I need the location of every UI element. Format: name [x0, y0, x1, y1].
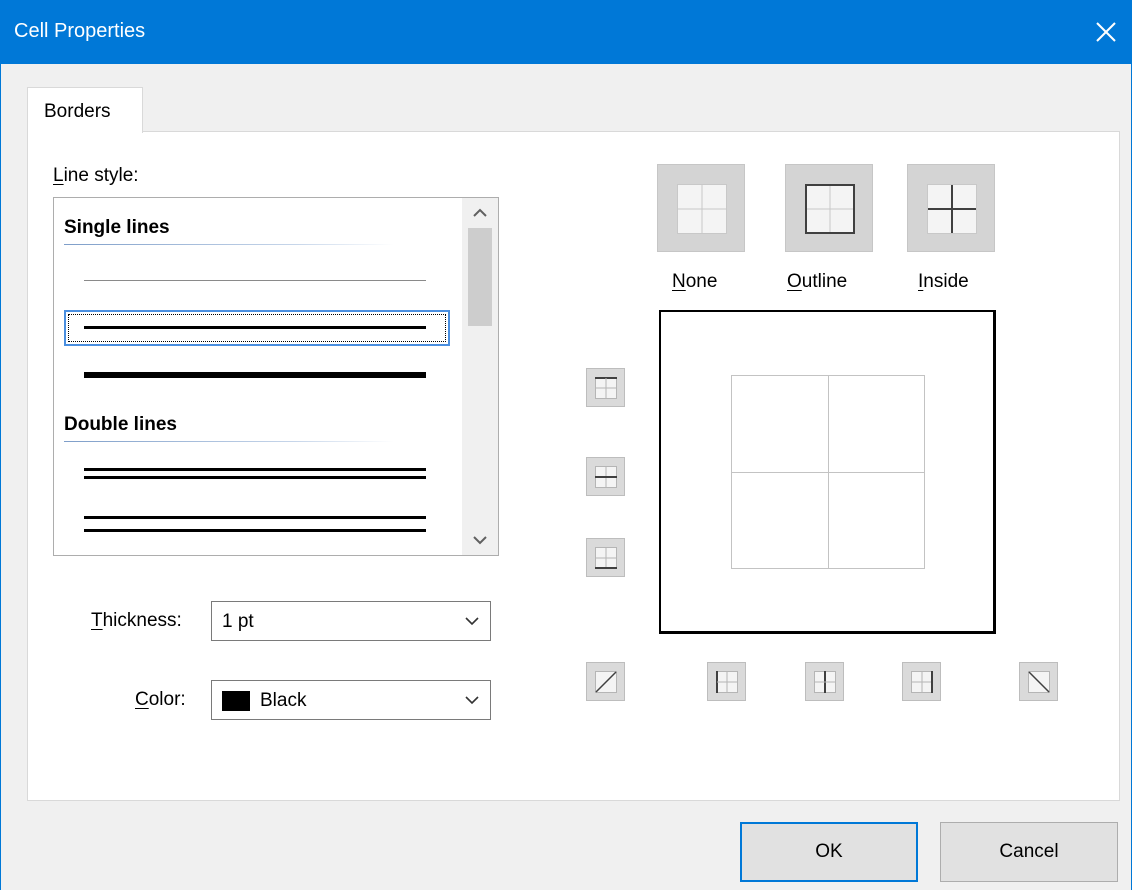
- preset-outline-label: Outline: [787, 271, 848, 292]
- chevron-down-icon: [473, 536, 487, 545]
- line-style-item[interactable]: [64, 456, 450, 492]
- window-border-left: [0, 64, 1, 890]
- border-right-icon: [911, 671, 933, 693]
- close-icon: [1096, 22, 1116, 42]
- border-inside-vertical-icon: [814, 671, 836, 693]
- color-label: Color:: [135, 689, 186, 710]
- preview-cell-grid: [731, 375, 925, 569]
- border-left-icon: [716, 671, 738, 693]
- border-none-icon: [677, 184, 727, 234]
- border-top-icon: [595, 377, 617, 399]
- line-style-item[interactable]: [64, 357, 450, 393]
- border-inside-horizontal-icon: [595, 466, 617, 488]
- group-rule: [64, 244, 394, 245]
- line-style-item-selected[interactable]: [64, 310, 450, 346]
- preset-none-label: None: [672, 271, 718, 292]
- thickness-value: 1 pt: [222, 611, 254, 632]
- close-button[interactable]: [1080, 0, 1132, 64]
- scroll-up-button[interactable]: [462, 198, 498, 226]
- chevron-up-icon: [473, 208, 487, 217]
- diagonal-down-icon: [1028, 671, 1050, 693]
- border-inside-horizontal-button[interactable]: [586, 457, 625, 496]
- diagonal-up-icon: [595, 671, 617, 693]
- border-left-button[interactable]: [707, 662, 746, 701]
- title-bar: Cell Properties: [0, 0, 1132, 64]
- border-bottom-button[interactable]: [586, 538, 625, 577]
- color-dropdown[interactable]: Black: [211, 680, 491, 720]
- cancel-button[interactable]: Cancel: [940, 822, 1118, 882]
- preset-inside-label: Inside: [918, 271, 969, 292]
- border-preview[interactable]: [659, 310, 996, 634]
- border-top-button[interactable]: [586, 368, 625, 407]
- scroll-down-button[interactable]: [462, 527, 498, 555]
- line-style-item[interactable]: [64, 502, 450, 538]
- line-style-item[interactable]: [64, 263, 450, 299]
- border-outline-icon: [805, 184, 855, 234]
- diagonal-up-button[interactable]: [586, 662, 625, 701]
- thickness-label: Thickness:: [91, 610, 182, 631]
- window-title: Cell Properties: [14, 20, 146, 42]
- tab-borders-label: Borders: [44, 101, 111, 122]
- preset-none-button[interactable]: [657, 164, 745, 252]
- chevron-down-icon: [465, 696, 479, 705]
- group-rule: [64, 441, 394, 442]
- chevron-down-icon: [465, 617, 479, 626]
- line-style-scrollbar[interactable]: [462, 198, 498, 555]
- border-inside-vertical-button[interactable]: [805, 662, 844, 701]
- tab-borders[interactable]: Borders: [27, 87, 143, 133]
- group-heading-single: Single lines: [64, 217, 170, 238]
- color-swatch: [222, 691, 250, 711]
- ok-button[interactable]: OK: [740, 822, 918, 882]
- line-style-list[interactable]: Single lines Double lines: [53, 197, 499, 556]
- color-value: Black: [260, 690, 307, 711]
- group-heading-double: Double lines: [64, 414, 177, 435]
- preset-inside-button[interactable]: [907, 164, 995, 252]
- preset-outline-button[interactable]: [785, 164, 873, 252]
- border-right-button[interactable]: [902, 662, 941, 701]
- thickness-dropdown[interactable]: 1 pt: [211, 601, 491, 641]
- line-style-label: Line style:: [53, 165, 139, 186]
- diagonal-down-button[interactable]: [1019, 662, 1058, 701]
- border-inside-icon: [927, 184, 977, 234]
- border-bottom-icon: [595, 547, 617, 569]
- scroll-thumb[interactable]: [468, 228, 492, 326]
